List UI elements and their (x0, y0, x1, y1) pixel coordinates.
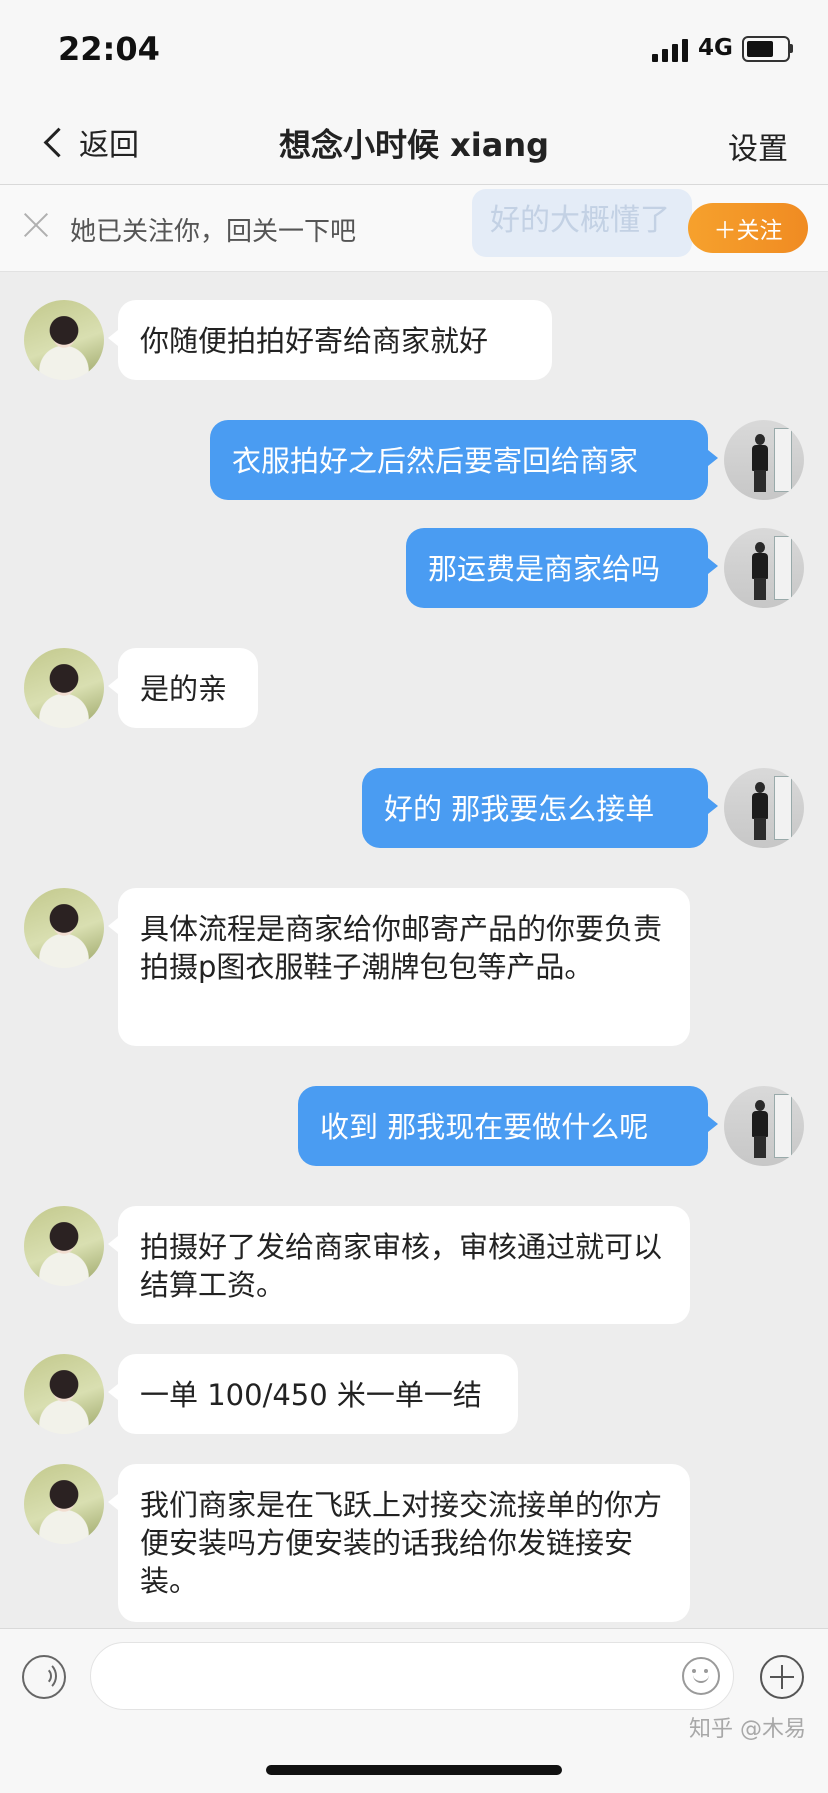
message-bubble[interactable]: 拍摄好了发给商家审核，审核通过就可以结算工资。 (118, 1206, 690, 1324)
bubble-tail (108, 1494, 118, 1510)
watermark: 知乎 @木易 (689, 1717, 806, 1742)
contact-avatar[interactable] (24, 1206, 104, 1286)
chat-title: 想念小时候 xiang (278, 126, 550, 164)
message-bubble[interactable]: 好的 那我要怎么接单 (362, 768, 708, 848)
message-bubble[interactable]: 收到 那我现在要做什么呢 (298, 1086, 708, 1166)
battery-cap (790, 44, 793, 53)
bubble-tail (108, 918, 118, 934)
contact-avatar[interactable] (24, 1354, 104, 1434)
signal-icon (652, 38, 688, 62)
follow-button[interactable]: ＋关注 (688, 203, 808, 253)
contact-avatar[interactable] (24, 300, 104, 380)
close-icon[interactable] (22, 211, 50, 239)
message-bubble[interactable]: 你随便拍拍好寄给商家就好 (118, 300, 552, 380)
nav-bar: 返回 想念小时候 xiang 设置 (0, 100, 828, 185)
bubble-tail (108, 1384, 118, 1400)
message-bubble[interactable]: 是的亲 (118, 648, 258, 728)
bubble-tail (708, 1116, 718, 1132)
follow-banner-text: 她已关注你，回关一下吧 (70, 217, 357, 247)
voice-icon[interactable] (22, 1655, 66, 1699)
bubble-tail (708, 450, 718, 466)
user-avatar[interactable] (724, 420, 804, 500)
input-bar: 知乎 @木易 (0, 1628, 828, 1793)
contact-avatar[interactable] (24, 888, 104, 968)
message-bubble[interactable]: 衣服拍好之后然后要寄回给商家 (210, 420, 708, 500)
message-bubble[interactable]: 我们商家是在飞跃上对接交流接单的你方便安装吗方便安装的话我给你发链接安装。 (118, 1464, 690, 1622)
status-time: 22:04 (58, 30, 160, 68)
settings-button[interactable]: 设置 (728, 124, 788, 168)
bubble-tail (708, 558, 718, 574)
contact-avatar[interactable] (24, 1464, 104, 1544)
bubble-tail (108, 330, 118, 346)
message-bubble[interactable]: 一单 100/450 米一单一结 (118, 1354, 518, 1434)
contact-avatar[interactable] (24, 648, 104, 728)
network-type: 4G (698, 35, 733, 61)
message-input[interactable] (90, 1642, 734, 1710)
user-avatar[interactable] (724, 528, 804, 608)
faded-message-preview: 好的大概懂了 (472, 189, 692, 257)
bubble-tail (108, 678, 118, 694)
user-avatar[interactable] (724, 768, 804, 848)
user-avatar[interactable] (724, 1086, 804, 1166)
message-bubble[interactable]: 具体流程是商家给你邮寄产品的你要负责拍摄p图衣服鞋子潮牌包包等产品。 (118, 888, 690, 1046)
emoji-icon[interactable] (682, 1657, 720, 1695)
follow-banner: 她已关注你，回关一下吧 好的大概懂了 ＋关注 (0, 185, 828, 272)
bubble-tail (108, 1236, 118, 1252)
bubble-tail (708, 798, 718, 814)
home-indicator[interactable] (266, 1765, 562, 1775)
message-bubble[interactable]: 那运费是商家给吗 (406, 528, 708, 608)
battery-icon (742, 36, 790, 62)
status-bar: 22:04 4G (0, 0, 828, 100)
plus-icon[interactable] (760, 1655, 804, 1699)
